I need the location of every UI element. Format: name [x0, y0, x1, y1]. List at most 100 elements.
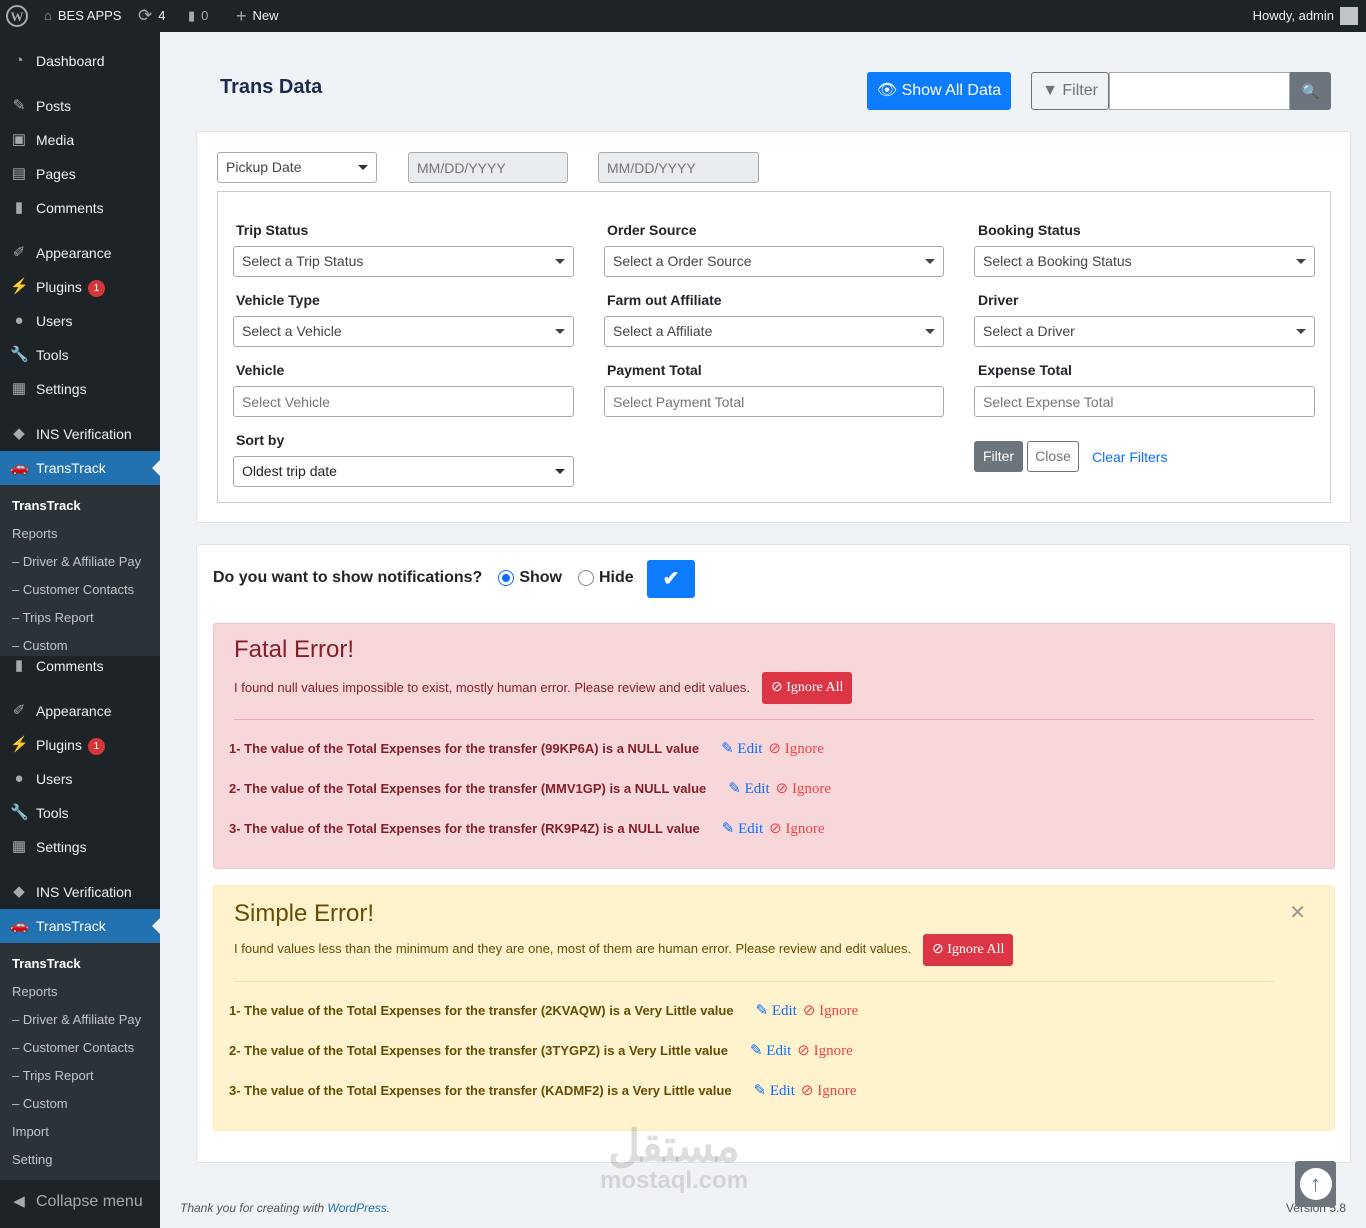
wordpress-link[interactable]: WordPress — [327, 1201, 386, 1215]
apply-filter-button[interactable]: Filter — [974, 441, 1023, 472]
wordpress-logo-icon[interactable]: W — [6, 0, 28, 32]
sidebar-item-settings[interactable]: ▦ Settings — [0, 830, 160, 864]
ignore-label: Ignore — [819, 1003, 859, 1019]
ignore-link[interactable]: ⊘ Ignore — [797, 1043, 852, 1059]
submenu-item[interactable]: Reports — [12, 982, 58, 1002]
sidebar-item-appearance[interactable]: ✐ Appearance — [0, 694, 160, 728]
hide-radio[interactable]: Hide — [578, 569, 634, 587]
submenu-item[interactable]: Reports — [12, 524, 58, 544]
brush-icon: ✐ — [12, 702, 26, 719]
close-alert-icon[interactable]: ✕ — [1289, 900, 1306, 925]
expense-total-input[interactable] — [974, 386, 1315, 417]
sidebar-item-ins-verification[interactable]: ◆ INS Verification — [0, 417, 160, 451]
confirm-notifications-button[interactable]: ✔ — [647, 560, 695, 598]
submenu-item[interactable]: TransTrack — [12, 954, 81, 974]
vehicle-type-select[interactable]: Select a Vehicle — [233, 316, 574, 347]
simple-ignore-all-button[interactable]: ⊘ Ignore All — [923, 934, 1014, 966]
submenu-item[interactable]: – Custom — [12, 636, 68, 656]
sidebar-item-settings[interactable]: ▦ Settings — [0, 372, 160, 406]
sidebar-item-comments[interactable]: ▮ Comments — [0, 191, 160, 225]
sidebar-item-tools[interactable]: 🔧 Tools — [0, 338, 160, 372]
comment-icon: ▮ — [188, 8, 196, 23]
expense-total-label: Expense Total — [978, 362, 1072, 378]
clear-filters-link[interactable]: Clear Filters — [1092, 449, 1167, 465]
fatal-ignore-all-button[interactable]: ⊘ Ignore All — [762, 672, 853, 704]
error-row: 2- The value of the Total Expenses for t… — [229, 1041, 853, 1060]
site-name-link[interactable]: ⌂ BES APPS — [44, 0, 121, 32]
error-value-type: NULL — [634, 781, 670, 796]
sidebar-item-pages[interactable]: ▤ Pages — [0, 157, 160, 191]
comments-link[interactable]: ▮ 0 — [188, 0, 208, 32]
sidebar-item-label: INS Verification — [36, 884, 132, 900]
date-type-select[interactable]: Pickup Date — [217, 152, 377, 183]
trip-status-select[interactable]: Select a Trip Status — [233, 246, 574, 277]
submenu-item[interactable]: – Trips Report — [12, 1066, 94, 1086]
sidebar-item-transtrack[interactable]: 🚗 TransTrack — [0, 909, 160, 943]
sidebar-item-posts[interactable]: ✎ Posts — [0, 89, 160, 123]
sidebar-item-dashboard[interactable]: ◔ Dashboard — [0, 44, 160, 78]
driver-select[interactable]: Select a Driver — [974, 316, 1315, 347]
edit-link[interactable]: ✎ Edit — [722, 821, 763, 837]
scroll-to-top-button[interactable]: ↑ — [1295, 1161, 1336, 1207]
search-button[interactable]: 🔍 — [1290, 72, 1331, 110]
collapse-menu-button[interactable]: ◀ Collapse menu — [0, 1185, 160, 1219]
sidebar-item-users[interactable]: ● Users — [0, 304, 160, 338]
sidebar-item-tools[interactable]: 🔧 Tools — [0, 796, 160, 830]
plugins-update-badge: 1 — [87, 279, 105, 297]
edit-link[interactable]: ✎ Edit — [756, 1003, 797, 1019]
sidebar-item-transtrack[interactable]: 🚗 TransTrack — [0, 451, 160, 485]
ignore-link[interactable]: ⊘ Ignore — [803, 1003, 858, 1019]
submenu-item[interactable]: Setting — [12, 1150, 52, 1170]
notification-toggle: Do you want to show notifications? Show … — [213, 569, 634, 587]
show-all-data-button[interactable]: 👁 Show All Data — [867, 72, 1011, 110]
submenu-item[interactable]: – Customer Contacts — [12, 1038, 134, 1058]
ban-icon: ⊘ — [769, 821, 786, 837]
edit-icon: ✎ — [755, 1003, 772, 1019]
edit-link[interactable]: ✎ Edit — [728, 781, 769, 797]
filter-toggle-button[interactable]: ▼ Filter — [1031, 72, 1109, 110]
show-radio[interactable]: Show — [498, 569, 562, 587]
search-input[interactable] — [1109, 72, 1290, 110]
edit-link[interactable]: ✎ Edit — [721, 741, 762, 757]
edit-link[interactable]: ✎ Edit — [754, 1083, 795, 1099]
submenu-item[interactable]: – Customer Contacts — [12, 580, 134, 600]
close-filter-button[interactable]: Close — [1027, 441, 1079, 472]
admin-bar: W ⌂ BES APPS ⟳ 4 ▮ 0 + New Howdy, admin — [0, 0, 1366, 32]
sort-by-select[interactable]: Oldest trip date — [233, 456, 574, 487]
trip-status-label: Trip Status — [236, 222, 309, 238]
row-actions: ✎ Edit ⊘ Ignore — [754, 1081, 857, 1100]
ignore-link[interactable]: ⊘ Ignore — [801, 1083, 856, 1099]
submenu-item[interactable]: – Driver & Affiliate Pay — [12, 1010, 141, 1030]
submenu-item[interactable]: – Custom — [12, 1094, 68, 1114]
edit-label: Edit — [771, 1003, 797, 1019]
error-value-type: NULL — [627, 741, 663, 756]
vehicle-input[interactable] — [233, 386, 574, 417]
sidebar-item-users[interactable]: ● Users — [0, 762, 160, 796]
account-menu[interactable]: Howdy, admin — [1253, 0, 1358, 32]
pin-icon: ✎ — [12, 97, 26, 114]
ignore-link[interactable]: ⊘ Ignore — [769, 821, 824, 837]
booking-status-select[interactable]: Select a Booking Status — [974, 246, 1315, 277]
updates-link[interactable]: ⟳ 4 — [138, 0, 165, 32]
filter-panel: Pickup Date Trip Status Select a Trip St… — [196, 131, 1351, 523]
ignore-label: Ignore — [785, 821, 825, 837]
sidebar-item-plugins[interactable]: ⚡ Plugins 1 — [0, 728, 160, 762]
submenu-item[interactable]: – Driver & Affiliate Pay — [12, 552, 141, 572]
submenu-item[interactable]: – Trips Report — [12, 608, 94, 628]
sidebar-item-media[interactable]: ▣ Media — [0, 123, 160, 157]
ignore-link[interactable]: ⊘ Ignore — [776, 781, 831, 797]
ignore-link[interactable]: ⊘ Ignore — [768, 741, 823, 757]
date-to-input[interactable] — [598, 152, 759, 183]
payment-total-input[interactable] — [604, 386, 944, 417]
submenu-item[interactable]: Import — [12, 1122, 49, 1142]
edit-link[interactable]: ✎ Edit — [750, 1043, 791, 1059]
avatar — [1340, 7, 1358, 25]
new-content-link[interactable]: + New — [236, 0, 279, 32]
sidebar-item-appearance[interactable]: ✐ Appearance — [0, 236, 160, 270]
submenu-item[interactable]: TransTrack — [12, 496, 81, 516]
sidebar-item-ins-verification[interactable]: ◆ INS Verification — [0, 875, 160, 909]
date-from-input[interactable] — [408, 152, 568, 183]
sidebar-item-plugins[interactable]: ⚡ Plugins 1 — [0, 270, 160, 304]
order-source-select[interactable]: Select a Order Source — [604, 246, 944, 277]
farm-out-affiliate-select[interactable]: Select a Affiliate — [604, 316, 944, 347]
